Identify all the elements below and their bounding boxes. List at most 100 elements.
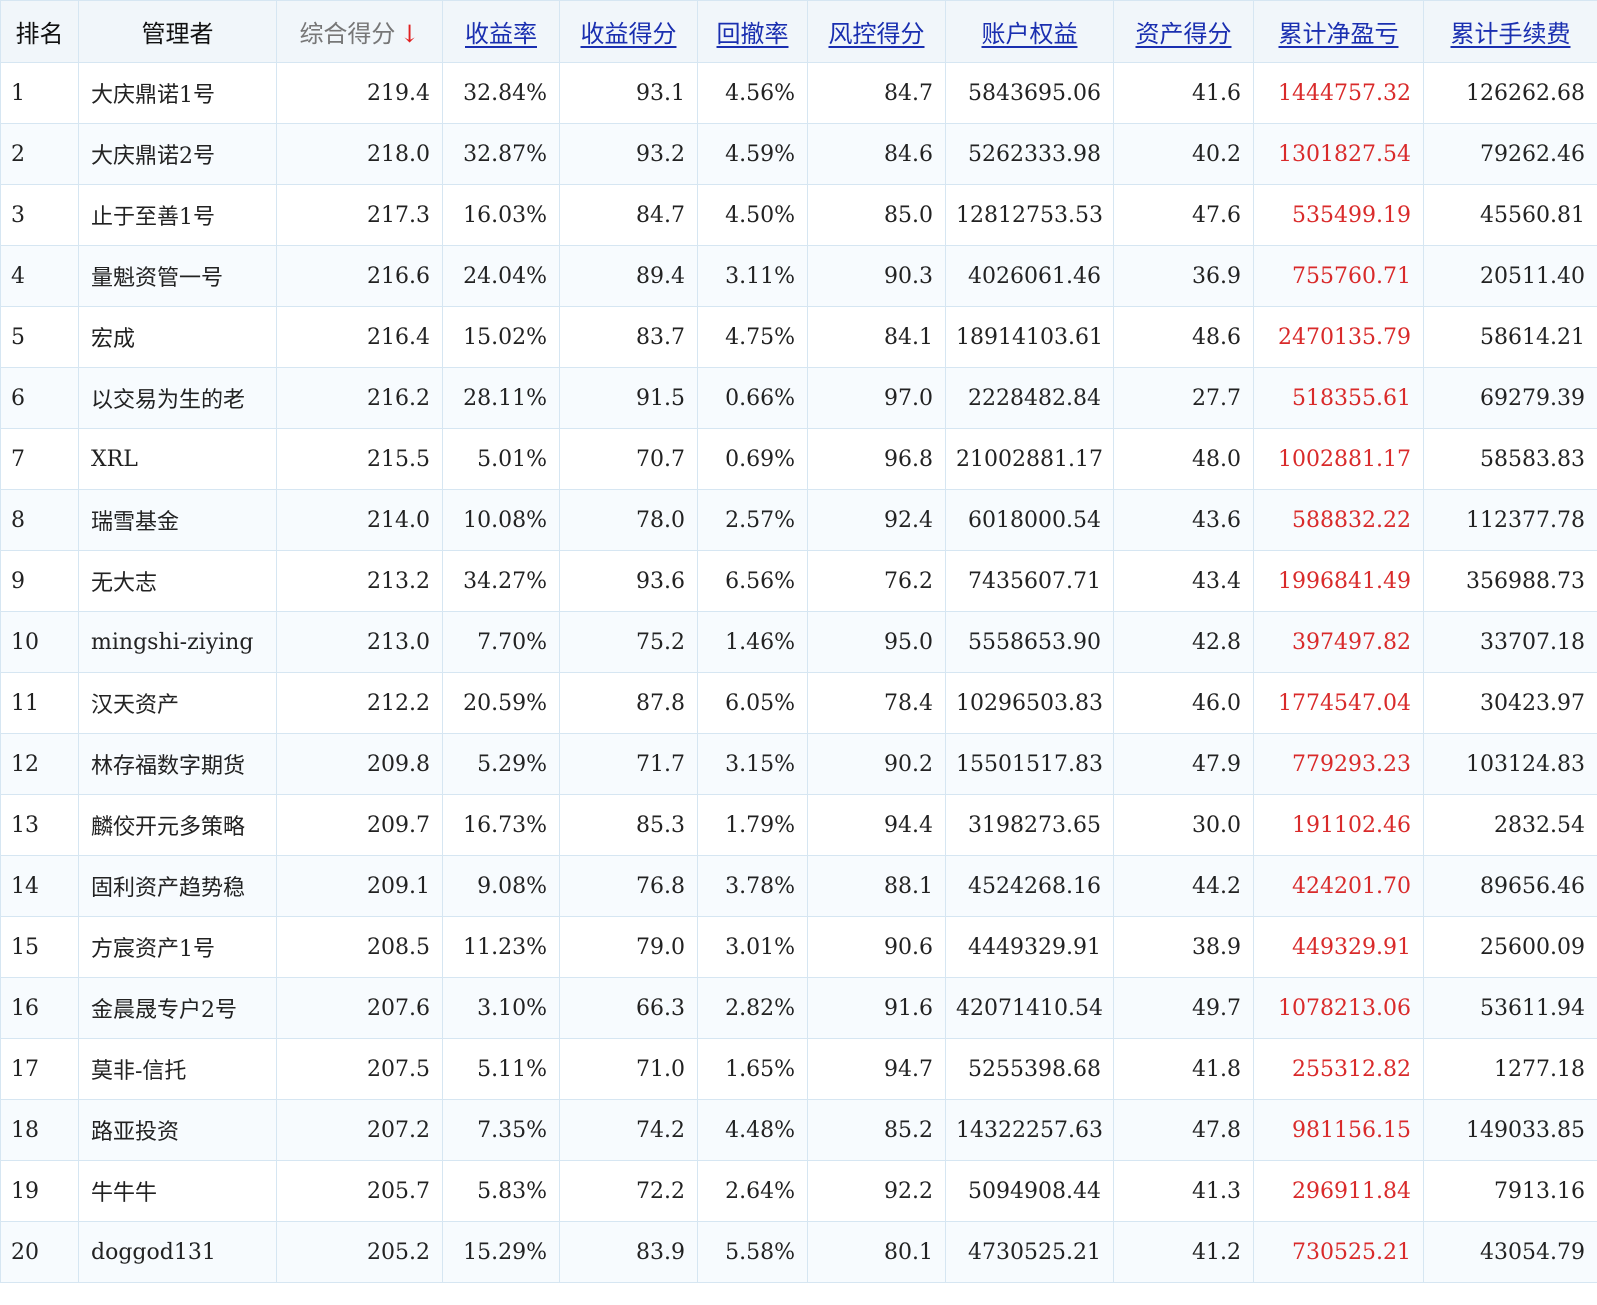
table-row: 15 方宸资产1号 208.5 11.23% 79.0 3.01% 90.6 4449329.…: [0, 916, 1597, 978]
cell-drawdown-rate: 3.78%: [697, 855, 808, 917]
cell-drawdown-rate: 2.82%: [697, 977, 808, 1039]
cell-total-fees: 43054.79: [1423, 1221, 1597, 1283]
table-row: 14 固利资产趋势稳 209.1 9.08% 76.8 3.78% 88.1 4524268.…: [0, 855, 1597, 917]
cell-manager: 牛牛牛: [78, 1160, 277, 1222]
cell-manager: 无大志: [78, 550, 277, 612]
header-drawdown-rate[interactable]: 回撤率: [697, 0, 808, 63]
cell-drawdown-rate: 1.65%: [697, 1038, 808, 1100]
cell-asset-score: 47.9: [1113, 733, 1254, 795]
cell-risk-score: 97.0: [807, 367, 946, 429]
header-account-equity[interactable]: 账户权益: [945, 0, 1114, 63]
cell-net-pnl: 191102.46: [1253, 794, 1424, 856]
cell-account-equity: 21002881.17: [945, 428, 1114, 490]
table-row: 18 路亚投资 207.2 7.35% 74.2 4.48% 85.2 14322257.63…: [0, 1099, 1597, 1161]
cell-drawdown-rate: 1.46%: [697, 611, 808, 673]
header-return-score-label[interactable]: 收益得分: [581, 20, 677, 48]
cell-manager: 以交易为生的老: [78, 367, 277, 429]
cell-manager: mingshi-ziying: [78, 611, 277, 673]
cell-composite-score: 219.4: [276, 62, 443, 124]
table-row: 13 麟佼开元多策略 209.7 16.73% 85.3 1.79% 94.4 3198273…: [0, 794, 1597, 856]
cell-net-pnl: 1301827.54: [1253, 123, 1424, 185]
cell-return-score: 70.7: [559, 428, 698, 490]
header-net-pnl-label[interactable]: 累计净盈亏: [1279, 20, 1399, 48]
cell-rank: 11: [0, 672, 79, 734]
cell-composite-score: 214.0: [276, 489, 443, 551]
header-account-equity-label[interactable]: 账户权益: [982, 20, 1078, 48]
cell-return-score: 89.4: [559, 245, 698, 307]
cell-total-fees: 45560.81: [1423, 184, 1597, 246]
cell-manager: 大庆鼎诺2号: [78, 123, 277, 185]
cell-account-equity: 5262333.98: [945, 123, 1114, 185]
cell-account-equity: 10296503.83: [945, 672, 1114, 734]
cell-account-equity: 2228482.84: [945, 367, 1114, 429]
cell-total-fees: 53611.94: [1423, 977, 1597, 1039]
table-row: 20 doggod131 205.2 15.29% 83.9 5.58% 80.1 47305…: [0, 1221, 1597, 1283]
table-row: 4 量魁资管一号 216.6 24.04% 89.4 3.11% 90.3 4026061.4…: [0, 245, 1597, 307]
cell-risk-score: 84.1: [807, 306, 946, 368]
cell-asset-score: 43.4: [1113, 550, 1254, 612]
cell-rank: 15: [0, 916, 79, 978]
cell-return-rate: 16.03%: [442, 184, 560, 246]
cell-net-pnl: 1078213.06: [1253, 977, 1424, 1039]
cell-manager: 林存福数字期货: [78, 733, 277, 795]
cell-manager: 固利资产趋势稳: [78, 855, 277, 917]
cell-account-equity: 6018000.54: [945, 489, 1114, 551]
cell-return-score: 84.7: [559, 184, 698, 246]
cell-composite-score: 207.6: [276, 977, 443, 1039]
header-total-fees-label[interactable]: 累计手续费: [1451, 20, 1571, 48]
cell-manager: 瑞雪基金: [78, 489, 277, 551]
cell-return-rate: 15.02%: [442, 306, 560, 368]
header-asset-score[interactable]: 资产得分: [1113, 0, 1254, 63]
cell-total-fees: 25600.09: [1423, 916, 1597, 978]
cell-net-pnl: 755760.71: [1253, 245, 1424, 307]
cell-drawdown-rate: 2.57%: [697, 489, 808, 551]
cell-return-score: 71.7: [559, 733, 698, 795]
cell-asset-score: 43.6: [1113, 489, 1254, 551]
cell-account-equity: 4524268.16: [945, 855, 1114, 917]
header-asset-score-label[interactable]: 资产得分: [1136, 20, 1232, 48]
cell-account-equity: 18914103.61: [945, 306, 1114, 368]
cell-drawdown-rate: 1.79%: [697, 794, 808, 856]
header-rank-label: 排名: [15, 20, 64, 48]
cell-net-pnl: 424201.70: [1253, 855, 1424, 917]
cell-risk-score: 84.6: [807, 123, 946, 185]
header-risk-score[interactable]: 风控得分: [807, 0, 946, 63]
cell-net-pnl: 981156.15: [1253, 1099, 1424, 1161]
cell-account-equity: 12812753.53: [945, 184, 1114, 246]
header-net-pnl[interactable]: 累计净盈亏: [1253, 0, 1424, 63]
cell-total-fees: 1277.18: [1423, 1038, 1597, 1100]
cell-net-pnl: 296911.84: [1253, 1160, 1424, 1222]
table-row: 9 无大志 213.2 34.27% 93.6 6.56% 76.2 7435607.71 43…: [0, 550, 1597, 612]
cell-composite-score: 216.2: [276, 367, 443, 429]
cell-drawdown-rate: 5.58%: [697, 1221, 808, 1283]
cell-drawdown-rate: 0.69%: [697, 428, 808, 490]
header-risk-score-label[interactable]: 风控得分: [829, 20, 925, 48]
table-row: 17 莫非-信托 207.5 5.11% 71.0 1.65% 94.7 5255398.68…: [0, 1038, 1597, 1100]
cell-composite-score: 207.5: [276, 1038, 443, 1100]
cell-drawdown-rate: 6.05%: [697, 672, 808, 734]
arrow-down-icon[interactable]: ↓: [399, 20, 419, 48]
cell-manager: 方宸资产1号: [78, 916, 277, 978]
cell-drawdown-rate: 2.64%: [697, 1160, 808, 1222]
cell-rank: 14: [0, 855, 79, 917]
header-total-fees[interactable]: 累计手续费: [1423, 0, 1597, 63]
cell-net-pnl: 1444757.32: [1253, 62, 1424, 124]
cell-composite-score: 205.7: [276, 1160, 443, 1222]
cell-net-pnl: 1774547.04: [1253, 672, 1424, 734]
cell-asset-score: 41.6: [1113, 62, 1254, 124]
header-return-rate[interactable]: 收益率: [442, 0, 560, 63]
header-return-score[interactable]: 收益得分: [559, 0, 698, 63]
cell-drawdown-rate: 3.01%: [697, 916, 808, 978]
header-composite-score[interactable]: 综合得分 ↓: [276, 0, 443, 63]
header-return-rate-label[interactable]: 收益率: [465, 20, 537, 48]
cell-risk-score: 90.3: [807, 245, 946, 307]
cell-risk-score: 96.8: [807, 428, 946, 490]
cell-drawdown-rate: 3.11%: [697, 245, 808, 307]
header-drawdown-rate-label[interactable]: 回撤率: [717, 20, 789, 48]
table-row: 12 林存福数字期货 209.8 5.29% 71.7 3.15% 90.2 15501517…: [0, 733, 1597, 795]
cell-return-rate: 15.29%: [442, 1221, 560, 1283]
cell-return-rate: 7.35%: [442, 1099, 560, 1161]
table-row: 10 mingshi-ziying 213.0 7.70% 75.2 1.46% 95.0 5…: [0, 611, 1597, 673]
table-row: 11 汉天资产 212.2 20.59% 87.8 6.05% 78.4 10296503.8…: [0, 672, 1597, 734]
cell-return-score: 87.8: [559, 672, 698, 734]
